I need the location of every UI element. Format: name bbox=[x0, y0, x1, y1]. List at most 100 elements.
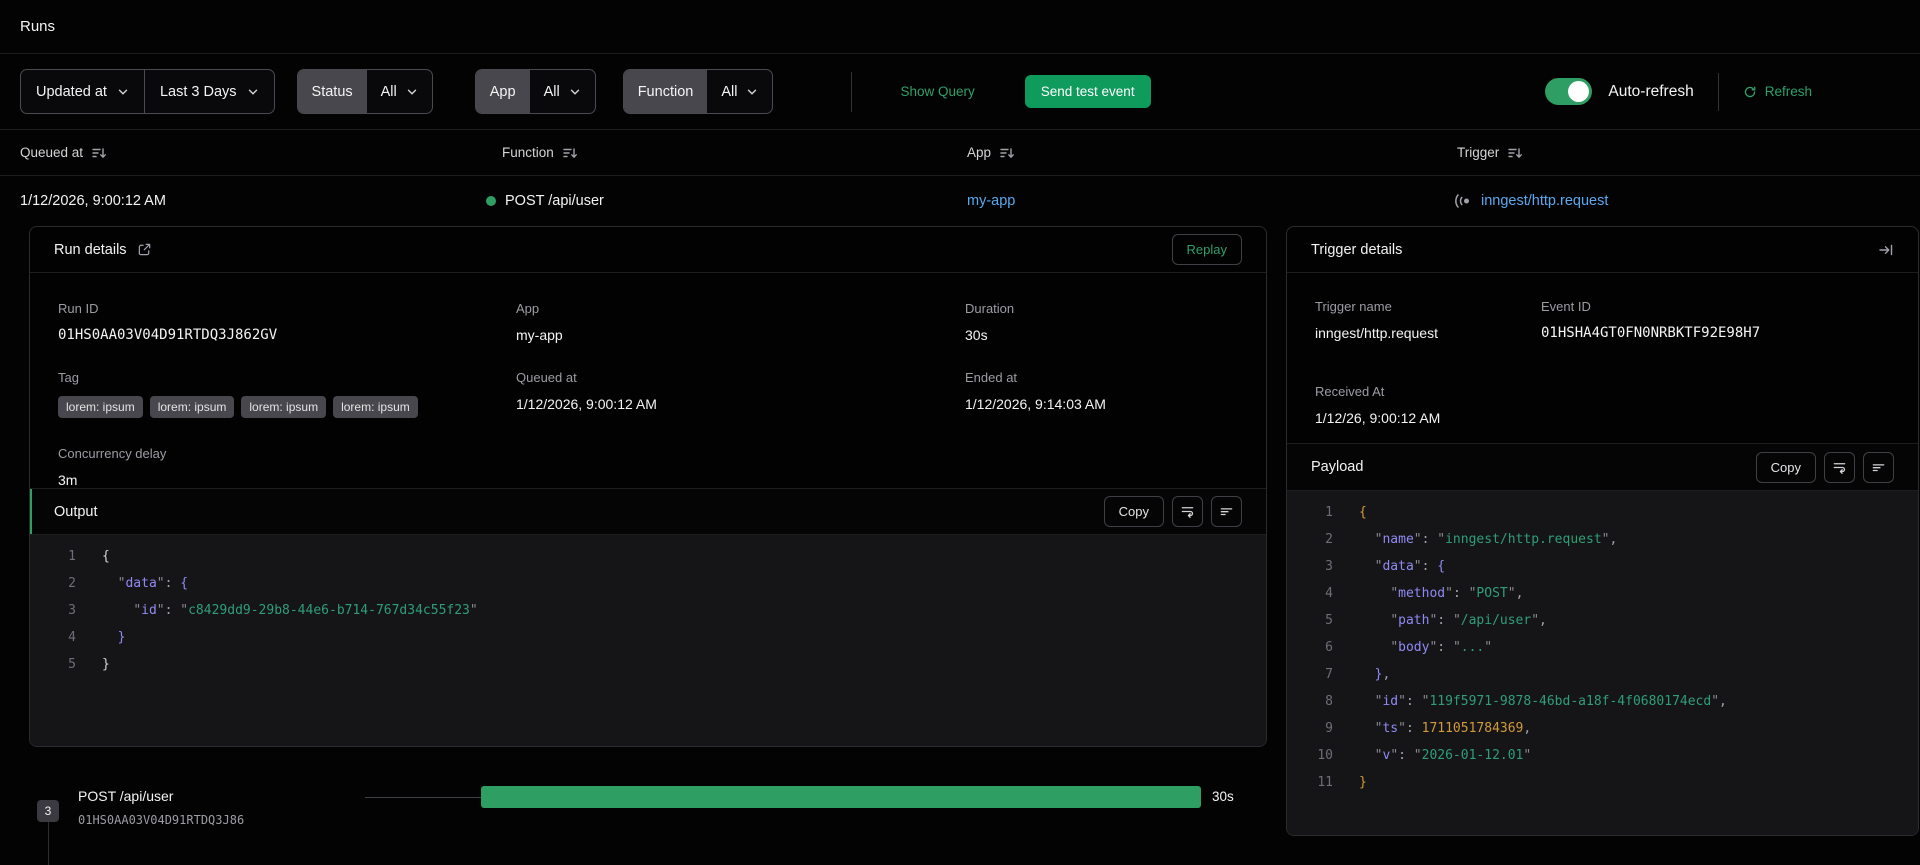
column-header-app[interactable]: App bbox=[967, 145, 1015, 161]
code-line: 2 "name": "inngest/http.request", bbox=[1287, 532, 1918, 559]
refresh-controls: Auto-refresh Refresh bbox=[1545, 72, 1812, 111]
run-function-cell[interactable]: POST /api/user bbox=[486, 193, 604, 209]
toggle-knob bbox=[1568, 81, 1590, 102]
trigger-details-title: Trigger details bbox=[1311, 241, 1403, 258]
sort-icon bbox=[91, 145, 107, 161]
run-details-fields: Run ID 01HS0AA03V04D91RTDQ3J862GV App my… bbox=[30, 273, 1266, 488]
app-filter-label: App bbox=[475, 70, 530, 113]
line-number: 4 bbox=[68, 630, 76, 645]
code-line: 10 "v": "2026-01-12.01" bbox=[1287, 748, 1918, 775]
run-details-title: Run details bbox=[54, 242, 152, 258]
column-label: Queued at bbox=[20, 145, 84, 160]
copy-label: Copy bbox=[1770, 459, 1801, 475]
app-filter-value: All bbox=[543, 83, 560, 100]
payload-code[interactable]: 1{2 "name": "inngest/http.request", 3 "da… bbox=[1287, 491, 1918, 835]
field-trigger-name: Trigger name inngest/http.request bbox=[1315, 299, 1541, 358]
run-details-panel: Run details Replay Run ID 01HS0AA03V04D9… bbox=[29, 226, 1267, 747]
tag-badge: lorem: ipsum bbox=[58, 396, 143, 419]
column-header-function[interactable]: Function bbox=[502, 145, 578, 161]
replay-button[interactable]: Replay bbox=[1171, 234, 1242, 265]
trigger-name-value: inngest/http.request bbox=[1315, 325, 1438, 341]
field-ended-at: Ended at 1/12/2026, 9:14:03 AM bbox=[965, 370, 1238, 418]
send-test-event-button[interactable]: Send test event bbox=[1024, 75, 1151, 108]
app-filter-dropdown[interactable]: All bbox=[530, 70, 595, 113]
runs-page: Runs Updated at Last 3 Days Status All A… bbox=[0, 0, 1920, 865]
code-line: 5} bbox=[30, 657, 1266, 684]
code-line: 8 "id": "119f5971-9878-46bd-a18f-4f06801… bbox=[1287, 694, 1918, 721]
run-app-link[interactable]: my-app bbox=[967, 193, 1015, 209]
code-line: 9 "ts": 1711051784369, bbox=[1287, 721, 1918, 748]
event-id-value: 01HSHA4GT0FN0NRBKTF92E98H7 bbox=[1541, 325, 1761, 341]
function-filter-value: All bbox=[721, 83, 738, 100]
column-header-trigger[interactable]: Trigger bbox=[1457, 145, 1523, 161]
step-count-badge[interactable]: 3 bbox=[37, 800, 59, 822]
timeline-duration-bar[interactable] bbox=[481, 786, 1201, 808]
column-header-queued-at[interactable]: Queued at bbox=[20, 145, 107, 161]
field-concurrency-delay: Concurrency delay 3m bbox=[58, 446, 516, 488]
payload-section-header: Payload Copy bbox=[1287, 443, 1918, 491]
word-wrap-button[interactable] bbox=[1824, 451, 1855, 483]
received-at-value: 1/12/26, 9:00:12 AM bbox=[1315, 410, 1441, 426]
external-link-icon[interactable] bbox=[137, 242, 152, 257]
format-button[interactable] bbox=[1211, 496, 1242, 527]
collapse-panel-icon[interactable] bbox=[1878, 242, 1894, 258]
trigger-details-panel: Trigger details Trigger name inngest/htt… bbox=[1286, 226, 1919, 836]
time-field-dropdown[interactable]: Updated at bbox=[21, 70, 144, 113]
code-line: 4 "method": "POST", bbox=[1287, 586, 1918, 613]
line-number: 2 bbox=[1325, 532, 1333, 547]
page-title: Runs bbox=[20, 18, 56, 35]
field-label: Concurrency delay bbox=[58, 445, 167, 461]
time-range-dropdown[interactable]: Last 3 Days bbox=[143, 70, 274, 113]
auto-refresh-toggle[interactable] bbox=[1545, 78, 1593, 105]
align-left-icon bbox=[1219, 504, 1234, 519]
status-filter-value: All bbox=[380, 83, 397, 100]
refresh-button[interactable]: Refresh bbox=[1743, 84, 1812, 99]
app-link[interactable]: my-app bbox=[516, 327, 965, 343]
timeline-run-id: 01HS0AA03V04D91RTDQ3J86 bbox=[78, 813, 245, 827]
pulse-icon bbox=[1452, 193, 1472, 208]
show-query-label: Show Query bbox=[900, 84, 975, 99]
output-copy-button[interactable]: Copy bbox=[1103, 496, 1164, 527]
output-section-header: Output Copy bbox=[30, 488, 1266, 535]
send-test-event-label: Send test event bbox=[1040, 84, 1135, 99]
word-wrap-button[interactable] bbox=[1172, 496, 1203, 527]
code-line: 7 }, bbox=[1287, 667, 1918, 694]
app-filter-group: App All bbox=[474, 69, 596, 114]
line-number: 4 bbox=[1325, 586, 1333, 601]
field-queued-at: Queued at 1/12/2026, 9:00:12 AM bbox=[516, 370, 965, 418]
output-title: Output bbox=[54, 503, 98, 520]
chevron-down-icon bbox=[247, 86, 259, 98]
field-label: Queued at bbox=[516, 370, 577, 386]
word-wrap-icon bbox=[1180, 504, 1195, 519]
format-button[interactable] bbox=[1863, 451, 1894, 483]
run-details-header: Run details Replay bbox=[30, 227, 1266, 273]
code-line: 3 "data": { bbox=[1287, 559, 1918, 586]
payload-copy-button[interactable]: Copy bbox=[1755, 451, 1816, 483]
field-label: Run ID bbox=[58, 301, 99, 316]
run-trigger-link[interactable]: inngest/http.request bbox=[1481, 193, 1608, 209]
line-number: 8 bbox=[1325, 694, 1333, 709]
function-filter-dropdown[interactable]: All bbox=[707, 70, 772, 113]
field-label: Ended at bbox=[965, 370, 1018, 386]
field-label: Tag bbox=[58, 370, 79, 386]
field-label: App bbox=[516, 301, 540, 316]
status-filter-dropdown[interactable]: All bbox=[367, 70, 432, 113]
field-received-at: Received At 1/12/26, 9:00:12 AM bbox=[1315, 384, 1541, 443]
concurrency-delay-value: 3m bbox=[58, 471, 78, 488]
chevron-down-icon bbox=[406, 86, 418, 98]
line-number: 7 bbox=[1325, 667, 1333, 682]
show-query-button[interactable]: Show Query bbox=[900, 84, 974, 99]
align-left-icon bbox=[1871, 460, 1886, 475]
auto-refresh-label: Auto-refresh bbox=[1608, 82, 1694, 100]
runs-table-header: Queued at Function App Trigger bbox=[0, 130, 1920, 176]
run-trigger-cell[interactable]: inngest/http.request bbox=[1452, 193, 1608, 209]
run-row[interactable]: 1/12/2026, 9:00:12 AM POST /api/user my-… bbox=[0, 176, 1920, 225]
refresh-label: Refresh bbox=[1764, 84, 1812, 99]
code-line: 4 } bbox=[30, 630, 1266, 657]
output-code[interactable]: 1{2 "data": {3 "id": "c8429dd9-29b8-44e6… bbox=[30, 535, 1266, 746]
code-line: 3 "id": "c8429dd9-29b8-44e6-b714-767d34c… bbox=[30, 603, 1266, 630]
field-tag: Tag lorem: ipsum lorem: ipsum lorem: ipsum… bbox=[58, 370, 516, 419]
tag-list: lorem: ipsum lorem: ipsum lorem: ipsum lore… bbox=[58, 396, 516, 419]
column-label: App bbox=[967, 145, 992, 160]
chevron-down-icon bbox=[117, 86, 129, 98]
